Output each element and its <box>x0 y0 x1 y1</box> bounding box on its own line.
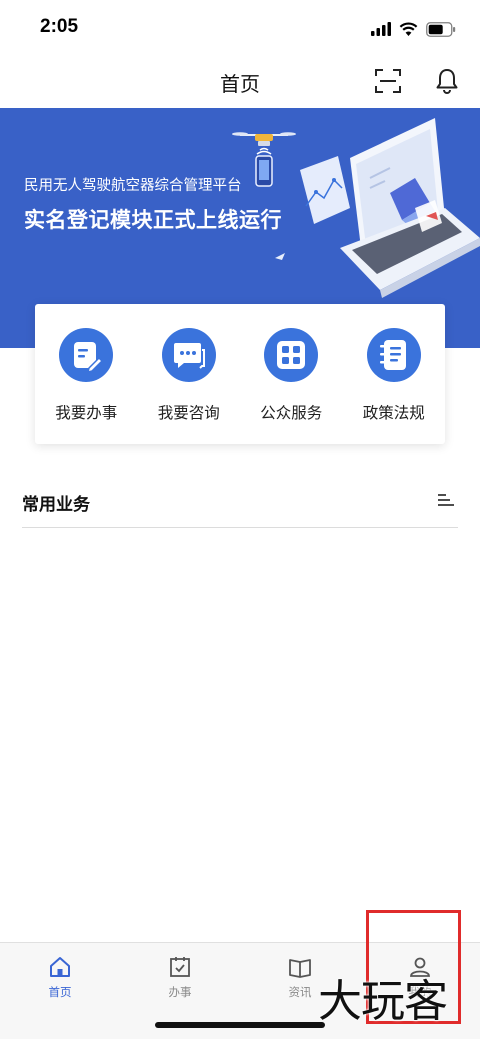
quick-action-consult[interactable]: 我要咨询 <box>138 304 241 444</box>
home-icon <box>50 957 70 977</box>
banner-subtitle: 民用无人驾驶航空器综合管理平台 <box>24 178 242 194</box>
tab-home[interactable]: 首页 <box>0 943 120 1003</box>
nav-bar: 首页 <box>0 56 480 108</box>
scan-icon[interactable] <box>375 68 401 94</box>
document-edit-icon <box>59 328 114 382</box>
notebook-icon <box>366 328 421 382</box>
quick-action-label: 公众服务 <box>260 404 323 422</box>
quick-actions-card: 我要办事 我要咨询 公众服务 政策法规 <box>35 304 445 444</box>
tab-label: 办事 <box>168 985 192 999</box>
chat-icon <box>161 328 216 382</box>
quick-action-handle-affairs[interactable]: 我要办事 <box>35 304 138 444</box>
battery-icon <box>426 21 456 37</box>
quick-action-label: 政策法规 <box>362 404 425 422</box>
menu-icon[interactable] <box>438 493 454 507</box>
status-icons <box>371 20 456 38</box>
status-bar: 2:05 <box>0 0 480 56</box>
status-time: 2:05 <box>40 16 79 37</box>
watermark-text: 大玩客 <box>318 976 448 1027</box>
page-title: 首页 <box>220 72 260 96</box>
book-icon <box>289 959 311 978</box>
quick-action-label: 我要咨询 <box>157 404 220 422</box>
common-business-header: 常用业务 <box>22 470 458 528</box>
drone-icon <box>232 132 296 155</box>
home-indicator[interactable] <box>155 1022 325 1028</box>
tab-label: 首页 <box>48 985 72 999</box>
quick-action-public-service[interactable]: 公众服务 <box>240 304 343 444</box>
calendar-check-icon <box>170 957 190 977</box>
quick-action-policy[interactable]: 政策法规 <box>343 304 446 444</box>
quick-action-label: 我要办事 <box>55 404 118 422</box>
bell-icon[interactable] <box>435 68 459 94</box>
section-title: 常用业务 <box>22 495 90 515</box>
grid-icon <box>264 328 319 382</box>
wifi-icon <box>399 22 418 36</box>
tab-affairs[interactable]: 办事 <box>120 943 240 1003</box>
signal-icon <box>371 22 391 36</box>
